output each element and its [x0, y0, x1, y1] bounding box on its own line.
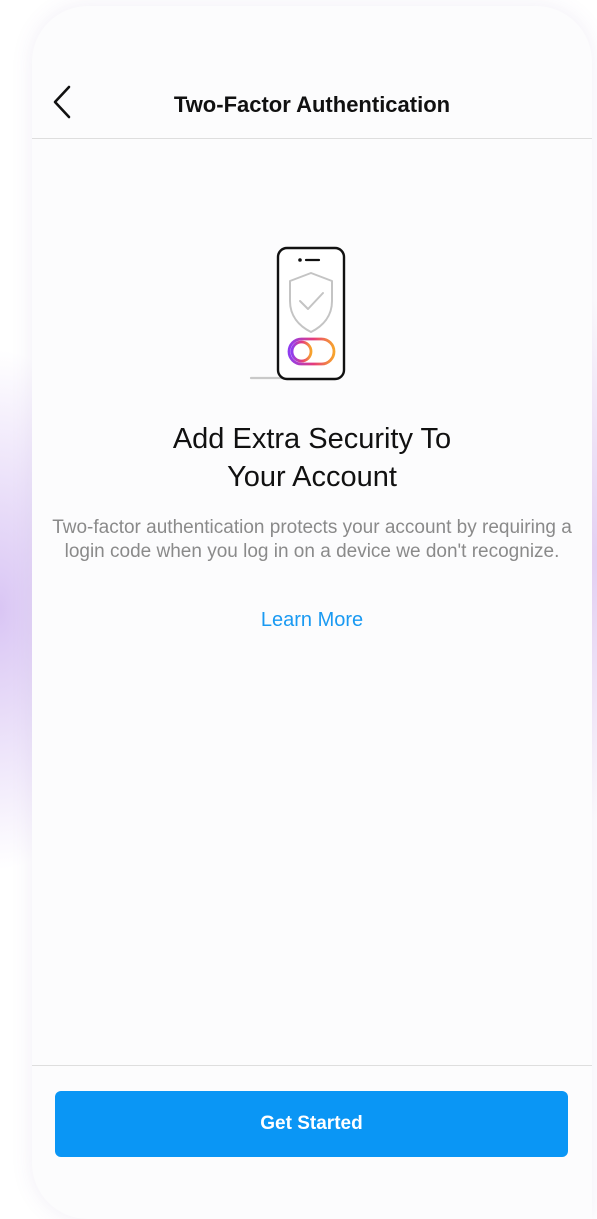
navigation-header: Two-Factor Authentication — [32, 6, 592, 139]
phone-shield-toggle-icon — [249, 244, 359, 384]
learn-more-link[interactable]: Learn More — [32, 609, 592, 632]
description-text: Two-factor authentication protects your … — [52, 517, 572, 562]
page-title: Two-Factor Authentication — [173, 92, 451, 117]
footer-divider — [32, 1065, 592, 1066]
headline: Add Extra Security To Your Account — [52, 420, 572, 496]
phone-screen: Two-Factor Authentication Add Extra Secu… — [32, 6, 592, 1219]
headline-line-1: Add Extra Security To — [172, 423, 452, 455]
headline-line-2: Your Account — [227, 461, 397, 493]
get-started-button[interactable]: Get Started — [55, 1091, 568, 1157]
